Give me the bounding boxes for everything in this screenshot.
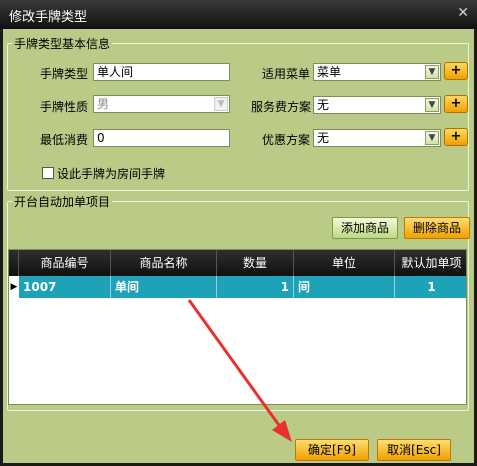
column-header[interactable]: 默认加单项 (395, 250, 466, 276)
cell-name[interactable]: 单间 (111, 276, 217, 298)
menu-select[interactable]: 菜单 ▼ (313, 63, 441, 81)
chevron-down-icon[interactable]: ▼ (425, 131, 439, 145)
cell-qty[interactable]: 1 (217, 276, 294, 298)
table-header: 商品编号 商品名称 数量 单位 默认加单项 (9, 250, 466, 276)
title-bar: 修改手牌类型 ✕ (0, 0, 477, 29)
chevron-down-icon: ▼ (214, 97, 228, 111)
room-checkbox[interactable] (42, 167, 54, 179)
column-header[interactable]: 单位 (294, 250, 395, 276)
room-checkbox-label: 设此手牌为房间手牌 (57, 167, 166, 181)
column-header[interactable]: 数量 (217, 250, 294, 276)
add-discount-button[interactable]: + (444, 128, 468, 146)
menu-label: 适用菜单 (262, 67, 311, 81)
dialog-body: 手牌类型基本信息 手牌类型 单人间 手牌性质 男 ▼ 最低消费 0 适用菜单 菜… (3, 29, 474, 463)
gender-value: 男 (97, 97, 110, 111)
row-pointer-icon: ▶ (9, 276, 19, 298)
chevron-down-icon[interactable]: ▼ (425, 65, 439, 79)
type-input[interactable]: 单人间 (93, 63, 230, 81)
table-row[interactable]: ▶ 1007 单间 1 间 1 (9, 276, 466, 298)
items-table: 商品编号 商品名称 数量 单位 默认加单项 ▶ 1007 单间 1 间 1 (8, 249, 467, 405)
discount-select[interactable]: 无 ▼ (313, 129, 441, 147)
chevron-down-icon[interactable]: ▼ (425, 98, 439, 112)
discount-label: 优惠方案 (262, 133, 311, 147)
basic-info-legend: 手牌类型基本信息 (14, 37, 111, 51)
row-indicator-header (9, 250, 19, 276)
cell-unit[interactable]: 间 (294, 276, 395, 298)
window-title: 修改手牌类型 (9, 10, 88, 25)
add-service-fee-button[interactable]: + (444, 95, 468, 113)
min-spend-label: 最低消费 (40, 133, 89, 147)
auto-items-legend: 开台自动加单项目 (14, 195, 111, 209)
add-product-button[interactable]: 添加商品 (332, 217, 398, 239)
column-header[interactable]: 商品名称 (111, 250, 217, 276)
add-menu-button[interactable]: + (444, 62, 468, 80)
ok-button[interactable]: 确定[F9] (295, 439, 369, 461)
cell-default[interactable]: 1 (395, 276, 466, 298)
service-fee-label: 服务费方案 (251, 100, 312, 114)
close-icon[interactable]: ✕ (457, 5, 469, 21)
delete-product-button[interactable]: 删除商品 (404, 217, 470, 239)
discount-value: 无 (317, 131, 330, 145)
type-label: 手牌类型 (40, 67, 89, 81)
min-spend-input[interactable]: 0 (93, 129, 230, 147)
gender-select: 男 ▼ (93, 95, 230, 113)
cancel-button[interactable]: 取消[Esc] (377, 439, 451, 461)
service-fee-select[interactable]: 无 ▼ (313, 96, 441, 114)
column-header[interactable]: 商品编号 (19, 250, 111, 276)
service-fee-value: 无 (317, 98, 330, 112)
menu-value: 菜单 (317, 65, 342, 79)
cell-code[interactable]: 1007 (19, 276, 111, 298)
gender-label: 手牌性质 (40, 100, 89, 114)
